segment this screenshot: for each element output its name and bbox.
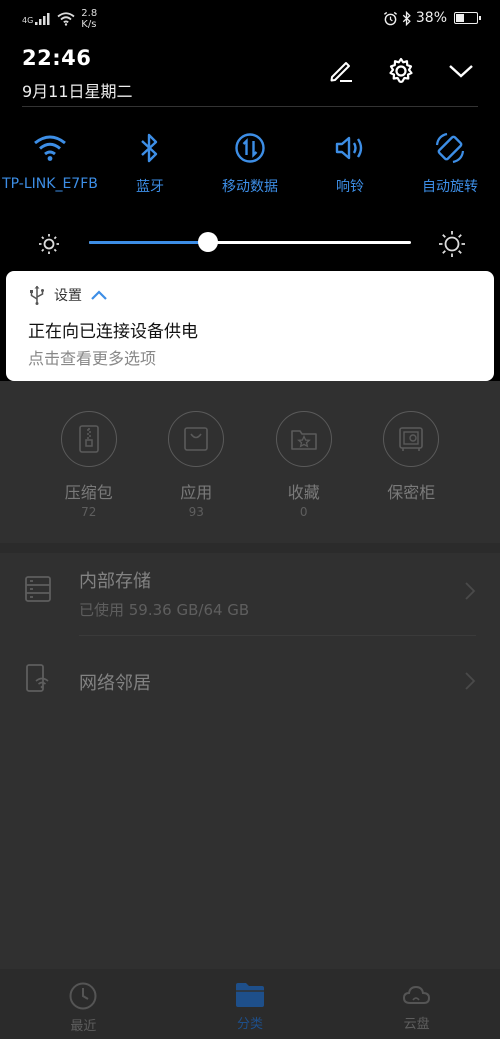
- qs-label-volume: 响铃: [336, 179, 364, 195]
- category-count: 93: [188, 505, 204, 519]
- chevron-right-icon: [465, 672, 476, 690]
- section-divider: [0, 543, 500, 553]
- brightness-track[interactable]: [89, 241, 411, 244]
- cloud-icon: [402, 985, 430, 1004]
- network-speed: 2.8 K/s: [81, 8, 97, 30]
- storage-title: 内部存储: [79, 571, 151, 592]
- safe-icon: [383, 411, 440, 467]
- auto-rotate-icon: [430, 128, 470, 168]
- battery-percent: 38%: [415, 10, 447, 26]
- qs-tile-volume[interactable]: 响铃: [300, 128, 400, 196]
- star-folder-icon: [275, 411, 332, 467]
- bluetooth-icon: [130, 128, 170, 168]
- brightness-high-icon: [439, 231, 465, 257]
- nav-recent[interactable]: 最近: [0, 969, 167, 1039]
- network-title: 网络邻居: [79, 673, 151, 694]
- category-grid: 压缩包 72 应用 93 收藏 0 保密柜: [0, 411, 500, 519]
- alarm-icon: [383, 11, 397, 25]
- brightness-slider[interactable]: [0, 225, 500, 265]
- nav-label: 最近: [70, 1019, 97, 1034]
- speed-unit: K/s: [81, 19, 97, 30]
- category-name: 应用: [180, 483, 213, 502]
- usb-icon: [30, 285, 44, 305]
- qs-tile-mobile-data[interactable]: 移动数据: [200, 128, 300, 196]
- category-count: 72: [81, 505, 97, 519]
- notification-title: 正在向已连接设备供电: [28, 322, 198, 342]
- category-name: 保密柜: [387, 483, 436, 502]
- wifi-icon: [30, 128, 70, 168]
- notification-app-name: 设置: [54, 288, 82, 304]
- category-favorites[interactable]: 收藏 0: [250, 411, 358, 519]
- brightness-knob[interactable]: [198, 232, 219, 252]
- category-zip[interactable]: 压缩包 72: [35, 411, 143, 519]
- brightness-low-icon: [39, 234, 59, 254]
- date: 9月11日星期二: [22, 82, 133, 101]
- qs-label-auto-rotate: 自动旋转: [422, 179, 478, 195]
- category-count: 0: [299, 505, 308, 519]
- folder-icon: [236, 983, 264, 1007]
- battery-icon: [454, 12, 481, 24]
- mobile-data-icon: [230, 128, 270, 168]
- bottom-nav: 最近 分类 云盘: [0, 969, 500, 1039]
- status-bar: 4G 2.8 K/s 38%: [0, 0, 500, 40]
- edit-icon[interactable]: [326, 56, 356, 86]
- network-type: 4G: [22, 16, 34, 25]
- qs-label-bluetooth: 蓝牙: [136, 179, 164, 195]
- nav-cloud[interactable]: 云盘: [333, 969, 500, 1039]
- qs-label-mobile-data: 移动数据: [222, 179, 278, 195]
- clock: 22:46: [22, 46, 92, 70]
- chevron-down-icon[interactable]: [446, 56, 476, 86]
- header-divider: [22, 106, 478, 107]
- file-manager-background: 压缩包 72 应用 93 收藏 0 保密柜 内部存储 已使用 59.36 GB/…: [0, 381, 500, 1039]
- network-neighborhood-row[interactable]: 网络邻居: [0, 641, 500, 721]
- chevron-up-icon[interactable]: [90, 289, 108, 301]
- brightness-fill: [89, 241, 209, 244]
- qs-label-wifi: TP-LINK_E7FB: [2, 176, 98, 192]
- nav-label: 分类: [237, 1017, 264, 1032]
- bag-icon: [168, 411, 225, 467]
- storage-usage: 已使用 59.36 GB/64 GB: [79, 601, 250, 619]
- nav-label: 云盘: [403, 1017, 430, 1032]
- quick-settings: TP-LINK_E7FB 蓝牙 移动数据 响铃 自动旋转: [0, 128, 500, 196]
- bluetooth-status-icon: [402, 10, 411, 26]
- notification-subtitle: 点击查看更多选项: [28, 349, 157, 368]
- storage-icon: [25, 576, 51, 602]
- qs-tile-wifi[interactable]: TP-LINK_E7FB: [0, 128, 100, 196]
- gear-icon[interactable]: [386, 56, 416, 86]
- row-divider: [79, 635, 476, 636]
- clock-icon: [69, 982, 97, 1010]
- internal-storage-row[interactable]: 内部存储 已使用 59.36 GB/64 GB: [0, 553, 500, 633]
- wifi-status-icon: [57, 12, 75, 26]
- category-apps[interactable]: 应用 93: [143, 411, 251, 519]
- signal-icon: 4G: [22, 13, 51, 25]
- category-name: 压缩包: [64, 483, 113, 502]
- speed-value: 2.8: [81, 8, 98, 19]
- usb-notification[interactable]: 设置 正在向已连接设备供电 点击查看更多选项: [6, 271, 494, 381]
- zip-icon: [60, 411, 117, 467]
- category-safe[interactable]: 保密柜: [358, 411, 466, 519]
- qs-tile-bluetooth[interactable]: 蓝牙: [100, 128, 200, 196]
- notification-header[interactable]: 设置: [28, 285, 108, 305]
- qs-tile-auto-rotate[interactable]: 自动旋转: [400, 128, 500, 196]
- nav-categories[interactable]: 分类: [167, 969, 334, 1039]
- volume-icon: [330, 128, 370, 168]
- category-name: 收藏: [287, 483, 320, 502]
- chevron-right-icon: [465, 582, 476, 600]
- network-device-icon: [26, 664, 49, 692]
